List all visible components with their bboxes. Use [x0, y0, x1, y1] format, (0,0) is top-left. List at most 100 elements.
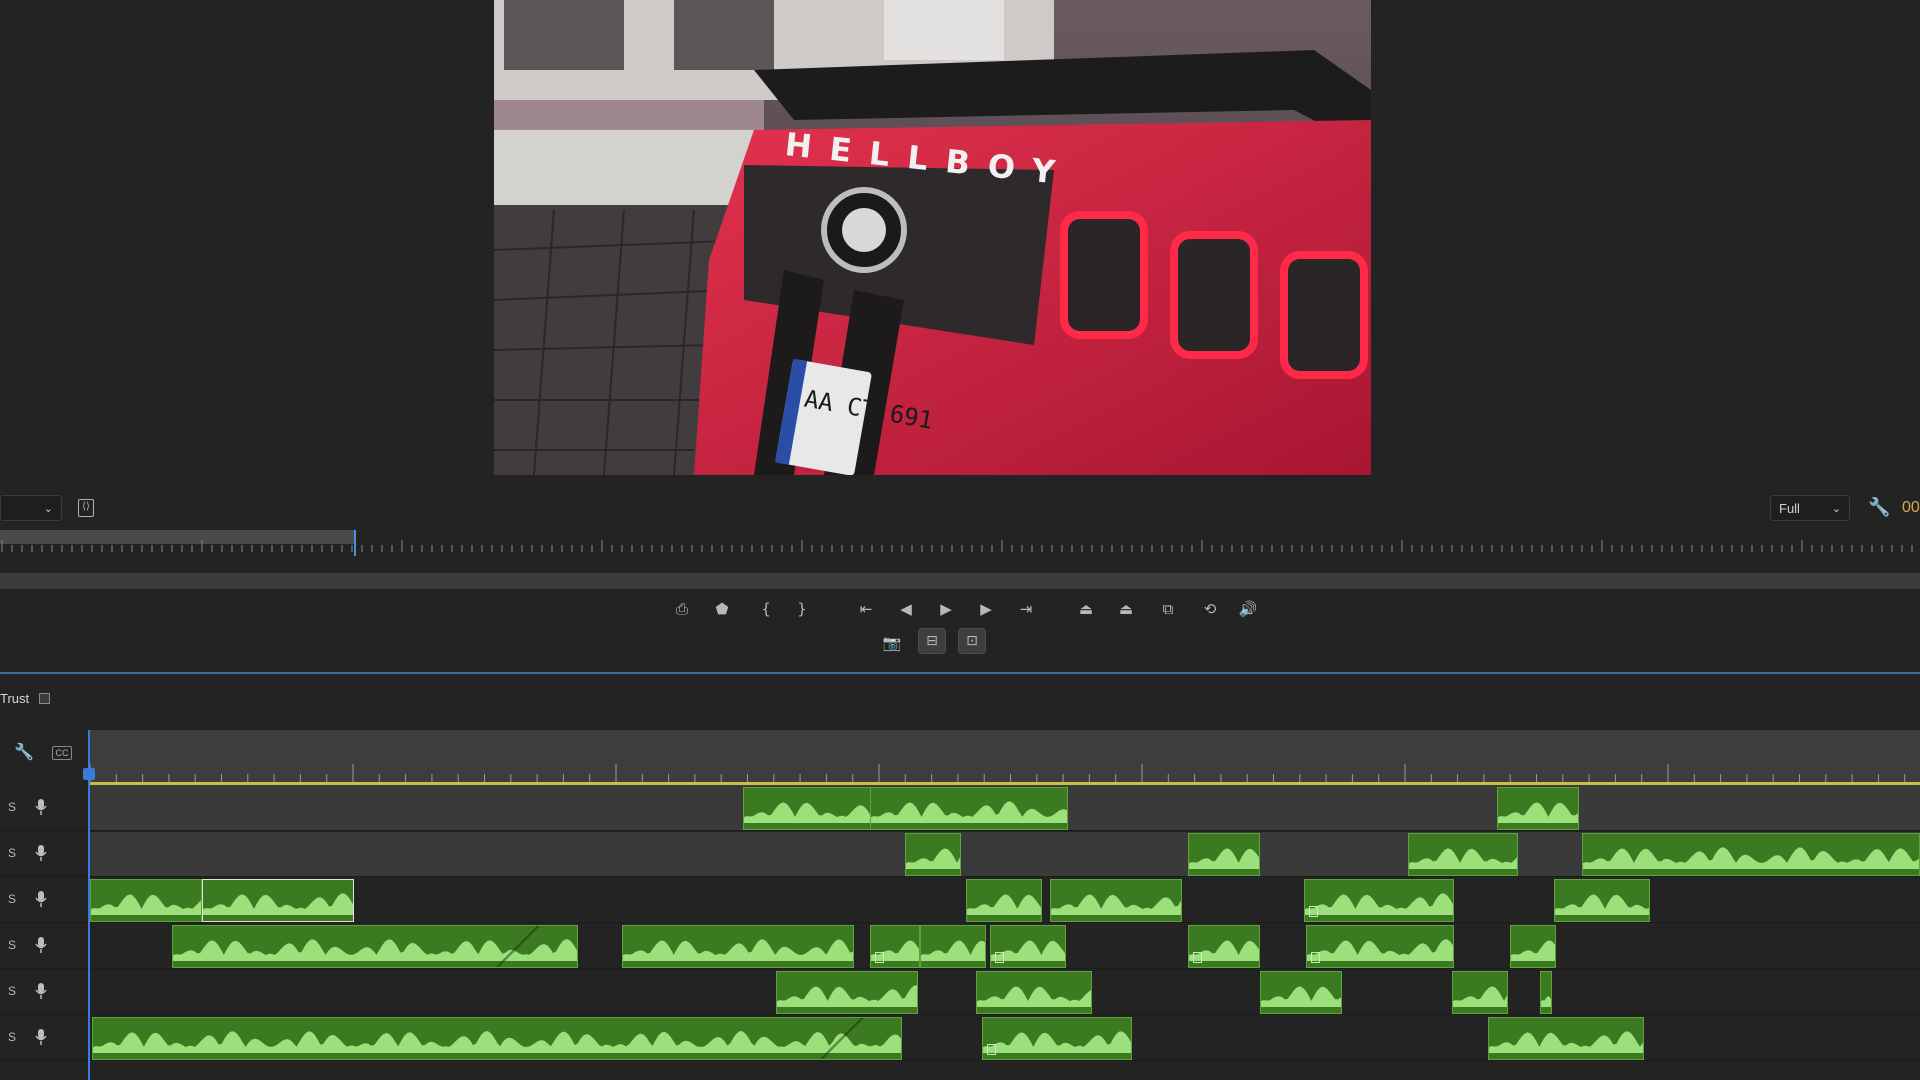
track-header: S	[0, 832, 88, 877]
step-forward-button[interactable]: ▶	[972, 596, 1000, 622]
extract-button[interactable]: ⏏	[1112, 596, 1140, 622]
go-to-in-button[interactable]: ⇤	[852, 596, 880, 622]
track-header: S	[0, 878, 88, 923]
export-frame-button[interactable]: ⎙	[668, 596, 696, 622]
audio-clip[interactable]	[202, 879, 354, 922]
timeline-playhead[interactable]	[83, 730, 95, 1080]
audio-waveform	[777, 985, 917, 1007]
monitor-zoom-scrollbar[interactable]	[0, 573, 1920, 589]
step-back-button[interactable]: ◀	[892, 596, 920, 622]
keyframe-badge-icon[interactable]	[1309, 906, 1318, 917]
audio-clip[interactable]	[1452, 971, 1508, 1014]
safe-margins-button[interactable]: ⊟	[918, 628, 946, 654]
audio-clip[interactable]	[966, 879, 1042, 922]
video-preview[interactable]: AA CT 691 HELLBOY	[494, 0, 1371, 475]
audio-clip[interactable]	[976, 971, 1092, 1014]
solo-button[interactable]: S	[8, 892, 16, 906]
work-area-bar[interactable]	[90, 782, 1920, 785]
panel-menu-icon[interactable]	[39, 692, 51, 704]
audio-clip[interactable]	[870, 787, 1068, 830]
audio-clip[interactable]	[1408, 833, 1518, 876]
audio-clip[interactable]	[990, 925, 1066, 968]
audio-clip[interactable]	[1304, 879, 1454, 922]
wrench-icon[interactable]: 🔧	[1868, 497, 1890, 518]
audio-waveform	[91, 894, 201, 915]
playback-resolution-dropdown[interactable]: Full ⌄	[1770, 495, 1850, 521]
audio-waveform	[1305, 893, 1453, 915]
zoom-level-dropdown[interactable]: ⌄	[0, 495, 62, 521]
audio-clip[interactable]	[776, 971, 918, 1014]
play-button[interactable]: ▶	[932, 596, 960, 622]
sequence-tab[interactable]: Trust	[0, 688, 51, 708]
export-frame-icon[interactable]: 📷	[878, 630, 906, 656]
solo-button[interactable]: S	[8, 846, 16, 860]
microphone-icon[interactable]	[34, 936, 48, 954]
audio-clip[interactable]	[1188, 925, 1260, 968]
keyframe-badge-icon[interactable]	[995, 952, 1004, 963]
audio-clip[interactable]	[1188, 833, 1260, 876]
audio-clip[interactable]	[1260, 971, 1342, 1014]
add-marker-button[interactable]: ⬟	[708, 596, 736, 622]
microphone-icon[interactable]	[34, 1028, 48, 1046]
audio-clip[interactable]	[1488, 1017, 1644, 1060]
comparison-view-button[interactable]: ⊡	[958, 628, 986, 654]
mark-out-button[interactable]: }	[788, 596, 816, 622]
microphone-icon[interactable]	[34, 844, 48, 862]
audio-clip[interactable]	[172, 925, 578, 968]
timeline-settings-wrench-icon[interactable]: 🔧	[14, 742, 34, 762]
fit-frame-icon[interactable]: ⟨⟩	[78, 499, 94, 517]
track-lane[interactable]	[90, 878, 1920, 923]
microphone-icon[interactable]	[34, 982, 48, 1000]
lift-button[interactable]: ⏏	[1072, 596, 1100, 622]
audio-clip[interactable]	[1510, 925, 1556, 968]
audio-clip[interactable]	[982, 1017, 1132, 1060]
solo-button[interactable]: S	[8, 1030, 16, 1044]
monitor-playhead[interactable]	[354, 530, 356, 556]
audio-clip[interactable]	[1554, 879, 1650, 922]
audio-clip[interactable]	[622, 925, 854, 968]
track-lane[interactable]	[90, 832, 1920, 877]
audio-clip[interactable]	[1497, 787, 1579, 830]
audio-tracks	[90, 786, 1920, 1080]
microphone-icon[interactable]	[34, 798, 48, 816]
insert-button[interactable]: ⧉	[1154, 596, 1182, 622]
microphone-icon[interactable]	[34, 890, 48, 908]
monitor-controls-row: ⌄ ⟨⟩ Full ⌄ 🔧 00	[0, 495, 1920, 521]
captions-icon[interactable]: CC	[52, 746, 72, 760]
audio-clip[interactable]	[90, 879, 202, 922]
audio-clip[interactable]	[1582, 833, 1920, 876]
audio-clip[interactable]	[1306, 925, 1454, 968]
keyframe-badge-icon[interactable]	[1311, 952, 1320, 963]
track-lane[interactable]	[90, 924, 1920, 969]
mark-in-button[interactable]: {	[752, 596, 780, 622]
audio-clip[interactable]	[905, 833, 961, 876]
track-lane[interactable]	[90, 970, 1920, 1015]
audio-clip[interactable]	[743, 787, 871, 830]
audio-clip[interactable]	[92, 1017, 902, 1060]
timecode-display[interactable]: 00	[1902, 499, 1920, 517]
keyframe-badge-icon[interactable]	[1193, 952, 1202, 963]
timeline-ruler[interactable]	[89, 730, 1920, 786]
keyframe-badge-icon[interactable]	[987, 1044, 996, 1055]
go-to-out-button[interactable]: ⇥	[1012, 596, 1040, 622]
audio-clip[interactable]	[1050, 879, 1182, 922]
audio-clip[interactable]	[870, 925, 920, 968]
track-lane[interactable]	[90, 1016, 1920, 1061]
solo-button[interactable]: S	[8, 800, 16, 814]
playhead-handle[interactable]	[83, 768, 95, 780]
audio-waveform	[623, 939, 853, 961]
solo-button[interactable]: S	[8, 984, 16, 998]
ruler-ticks: /* ticks drawn below */	[1, 540, 1913, 552]
overwrite-button[interactable]: ⟲	[1196, 596, 1224, 622]
solo-button[interactable]: S	[8, 938, 16, 952]
audio-waveform	[1051, 894, 1181, 915]
keyframe-badge-icon[interactable]	[875, 952, 884, 963]
track-lane[interactable]	[90, 786, 1920, 831]
audio-clip[interactable]	[1540, 971, 1552, 1014]
timeline-panel: Trust 🔧 CC S S S S S S	[0, 674, 1920, 1080]
monitor-time-ruler[interactable]: /* ticks drawn below */	[0, 528, 1920, 556]
transport-controls: 📷 ⊟ ⊡ ⎙ ⬟ {} ⇤ ◀ ▶ ▶ ⇥ ⏏ ⏏ ⧉ ⟲ 🔊	[0, 596, 1920, 666]
audio-clip[interactable]	[920, 925, 986, 968]
sequence-name: Trust	[0, 690, 30, 706]
audio-button[interactable]: 🔊	[1234, 596, 1262, 622]
